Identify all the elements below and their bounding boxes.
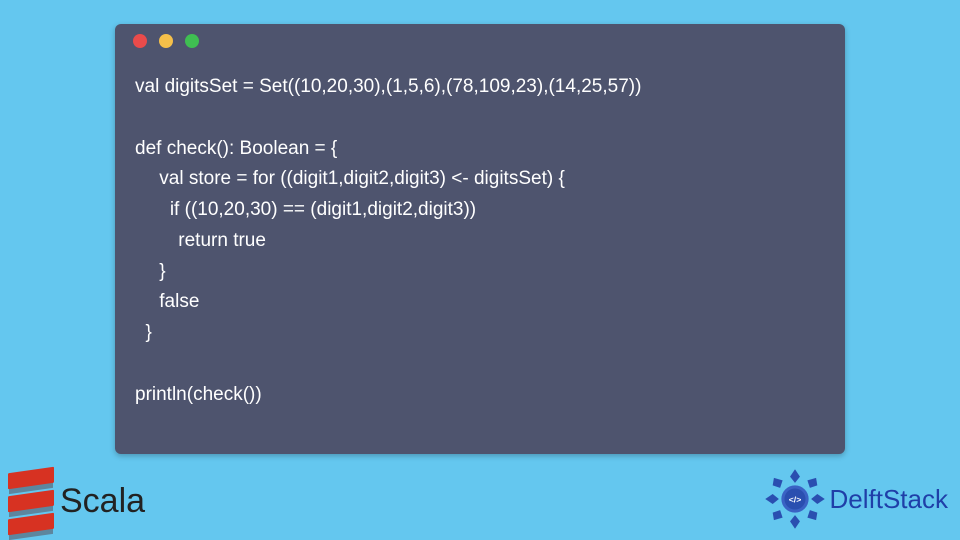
svg-text:</>: </> [788,495,801,505]
code-window: val digitsSet = Set((10,20,30),(1,5,6),(… [115,24,845,454]
close-icon[interactable] [133,34,147,48]
scala-logo-text: Scala [60,482,145,521]
scala-logo-icon [8,470,54,532]
zoom-icon[interactable] [185,34,199,48]
delftstack-logo-icon: </> [764,468,826,530]
scala-logo: Scala [8,470,145,532]
minimize-icon[interactable] [159,34,173,48]
delftstack-logo-text: DelftStack [830,484,949,515]
code-content: val digitsSet = Set((10,20,30),(1,5,6),(… [115,58,845,410]
delftstack-logo: </> DelftStack [764,468,949,530]
window-titlebar [115,24,845,58]
